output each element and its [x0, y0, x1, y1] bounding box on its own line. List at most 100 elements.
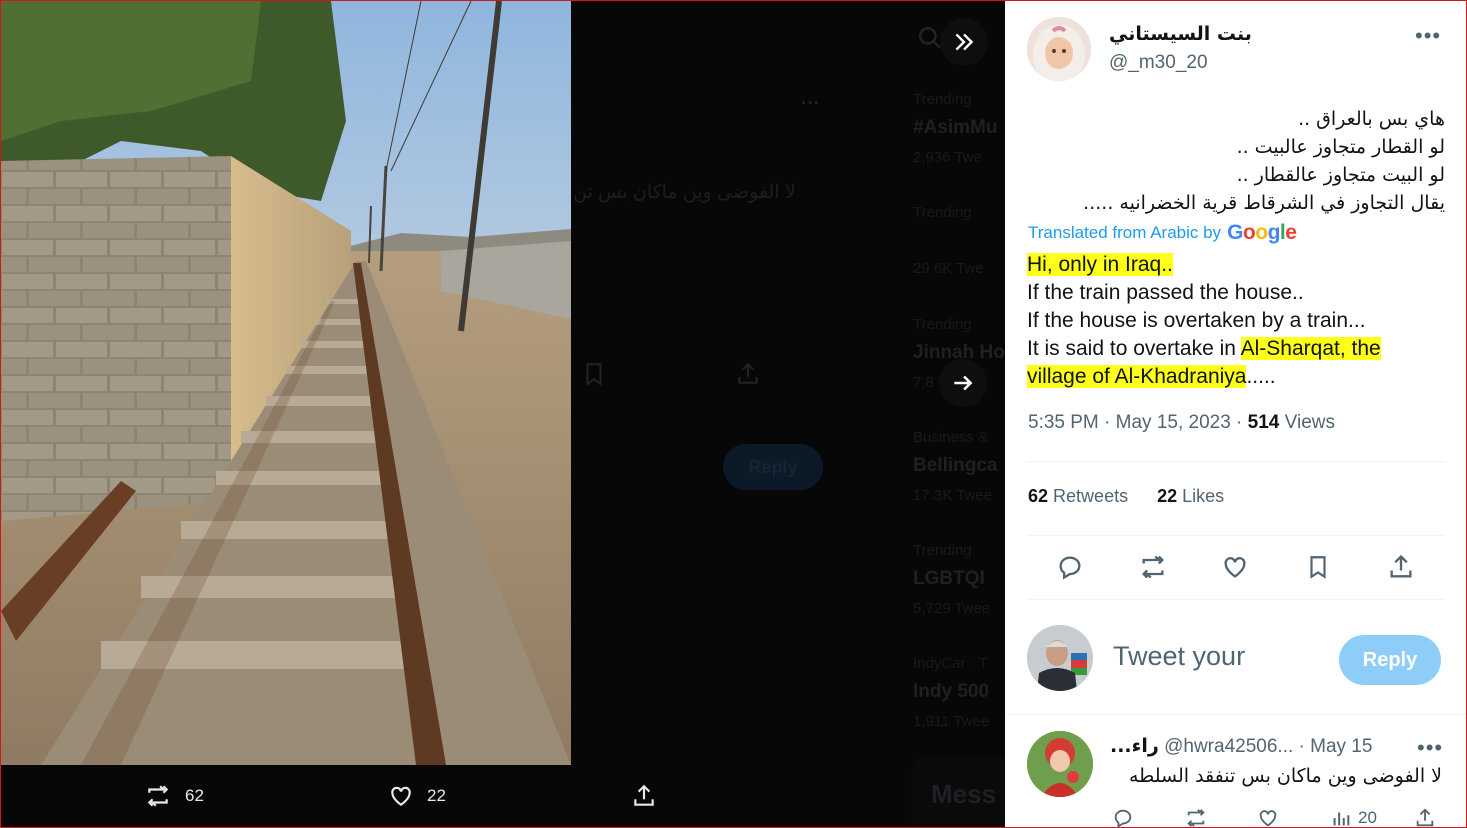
retweet-icon	[1142, 555, 1164, 579]
reply-reply-button[interactable]	[1112, 807, 1134, 827]
background-tweet-text: لا الفوضى وين ماكان بس تن	[573, 182, 796, 203]
tweet-line: لو البيت متجاوز عالقطار ..	[1236, 164, 1445, 186]
tweet-author: بنت السيستاني @_m30_20 •••	[1027, 17, 1447, 85]
trend-category: Business &	[913, 429, 989, 446]
retweet-icon	[147, 785, 169, 807]
media-action-bar: 62 22	[1, 765, 1005, 827]
retweets-count: 62	[1028, 486, 1049, 506]
translation-highlight: village of Al-Khadraniya	[1027, 365, 1247, 388]
background-reply-button: Reply	[723, 444, 823, 490]
translation-line: .....	[1246, 365, 1276, 388]
trend-category: Trending	[913, 316, 972, 333]
reply-header: ...راء @hwra42506... · May 15	[1110, 735, 1372, 758]
author-name[interactable]: بنت السيستاني	[1109, 23, 1252, 45]
reply-date[interactable]: · May 15	[1299, 736, 1373, 757]
reply-share-button[interactable]	[1414, 807, 1436, 827]
divider	[1027, 535, 1445, 536]
divider	[1027, 461, 1445, 462]
translation-line: If the train passed the house..	[1027, 281, 1304, 304]
avatar-image	[1027, 731, 1093, 797]
share-action-button[interactable]	[1385, 551, 1417, 583]
reply-views-count: 20	[1358, 808, 1377, 827]
tweet-detail-pane: بنت السيستاني @_m30_20 ••• هاي بس بالعرا…	[1005, 1, 1466, 827]
reply-action-bar: 20	[1110, 807, 1450, 827]
window-frame: ··· لا الفوضى وين ماكان بس تن Trending #…	[0, 0, 1467, 828]
reply-author-handle[interactable]: @hwra42506...	[1164, 736, 1293, 757]
trend-count: 5,729 Twee	[913, 600, 991, 617]
trend-category: Trending	[913, 204, 972, 221]
background-timeline: ··· لا الفوضى وين ماكان بس تن Trending #…	[561, 1, 1005, 827]
share-icon	[1390, 554, 1412, 578]
author-handle[interactable]: @_m30_20	[1109, 52, 1208, 74]
reply-author-name[interactable]: ...راء	[1110, 735, 1159, 757]
media-like-count: 22	[427, 786, 446, 805]
trend-category: IndyCar · T	[913, 655, 988, 672]
reply-action-button[interactable]	[1054, 551, 1086, 583]
trend-count: 29.6K Twe	[913, 260, 984, 277]
avatar-image	[1027, 17, 1091, 81]
translation-attribution[interactable]: Translated from Arabic by Google	[1028, 221, 1297, 245]
heart-icon	[1224, 557, 1246, 578]
more-options-icon[interactable]: •••	[1417, 735, 1443, 761]
reply-input[interactable]: Tweet your	[1113, 641, 1245, 672]
retweet-action-button[interactable]	[1137, 551, 1169, 583]
tweet-action-bar	[1027, 549, 1445, 585]
reply-author-avatar[interactable]	[1027, 731, 1093, 797]
reply-icon	[1059, 556, 1081, 580]
media-viewer: ··· لا الفوضى وين ماكان بس تن Trending #…	[1, 1, 1005, 827]
translated-from-label: Translated from Arabic by	[1028, 223, 1222, 242]
media-like-button[interactable]: 22	[387, 783, 446, 809]
tweet-meta: 5:35 PM · May 15, 2023 · 514 Views	[1028, 412, 1335, 434]
railway-photo-image	[1, 1, 571, 765]
translation-highlight: Al-Sharqat, the	[1240, 337, 1381, 360]
share-icon	[738, 362, 758, 384]
tweet-original-text: هاي بس بالعراق .. لو القطار متجاوز عالبي…	[1027, 105, 1445, 217]
next-image-button[interactable]	[939, 359, 987, 407]
trend-category: Trending	[913, 91, 972, 108]
reply-like-button[interactable]	[1257, 807, 1279, 827]
trend-name: #AsimMu	[913, 117, 998, 138]
reply-text: لا الفوضى وين ماكان بس تنفقد السلطه	[1128, 765, 1442, 787]
reply-tweet[interactable]: ...راء @hwra42506... · May 15 ••• لا الف…	[1005, 717, 1466, 827]
media-share-button[interactable]	[631, 783, 657, 809]
reply-composer: Tweet your Reply	[1005, 615, 1466, 715]
more-icon: ···	[801, 93, 820, 114]
translation-line: If the house is overtaken by a train...	[1027, 309, 1366, 332]
arrow-right-icon	[954, 375, 973, 391]
tweet-timestamp[interactable]: 5:35 PM · May 15, 2023 ·	[1028, 412, 1242, 433]
tweet-photo[interactable]	[1, 1, 571, 765]
trend-count: 1,911 Twee	[913, 713, 990, 730]
share-icon	[1416, 808, 1434, 827]
likes-label: Likes	[1182, 486, 1225, 506]
views-icon	[1333, 812, 1350, 826]
retweets-label: Retweets	[1053, 486, 1129, 506]
reply-button[interactable]: Reply	[1339, 635, 1441, 685]
media-retweet-button[interactable]: 62	[143, 783, 204, 809]
reply-retweet-button[interactable]	[1184, 807, 1208, 827]
trend-category: Trending	[913, 542, 972, 559]
share-icon	[634, 784, 654, 806]
reply-views-button[interactable]: 20	[1330, 807, 1377, 827]
translation-line: Hi, only in Iraq..	[1027, 253, 1173, 276]
trend-count: 2,936 Twe	[913, 149, 982, 166]
user-avatar[interactable]	[1027, 625, 1093, 691]
divider	[1027, 599, 1445, 600]
more-options-icon[interactable]: •••	[1415, 23, 1441, 49]
trend-count: 7,8	[913, 374, 934, 391]
likes-count: 22	[1157, 486, 1178, 506]
trend-name: Indy 500	[913, 681, 990, 702]
double-chevron-right-icon	[955, 33, 974, 51]
media-retweet-count: 62	[185, 786, 204, 805]
author-avatar[interactable]	[1027, 17, 1091, 81]
trend-name: LGBTQI	[913, 568, 985, 589]
bookmark-icon	[586, 363, 602, 386]
search-icon	[918, 26, 941, 49]
collapse-pane-button[interactable]	[940, 18, 988, 66]
trend-name: Bellingca	[913, 455, 998, 476]
views-count: 514	[1247, 412, 1280, 433]
heart-icon	[1259, 810, 1277, 827]
retweets-stat[interactable]: 62 Retweets	[1028, 486, 1128, 506]
like-action-button[interactable]	[1219, 551, 1251, 583]
likes-stat[interactable]: 22 Likes	[1157, 486, 1224, 506]
bookmark-action-button[interactable]	[1302, 551, 1334, 583]
